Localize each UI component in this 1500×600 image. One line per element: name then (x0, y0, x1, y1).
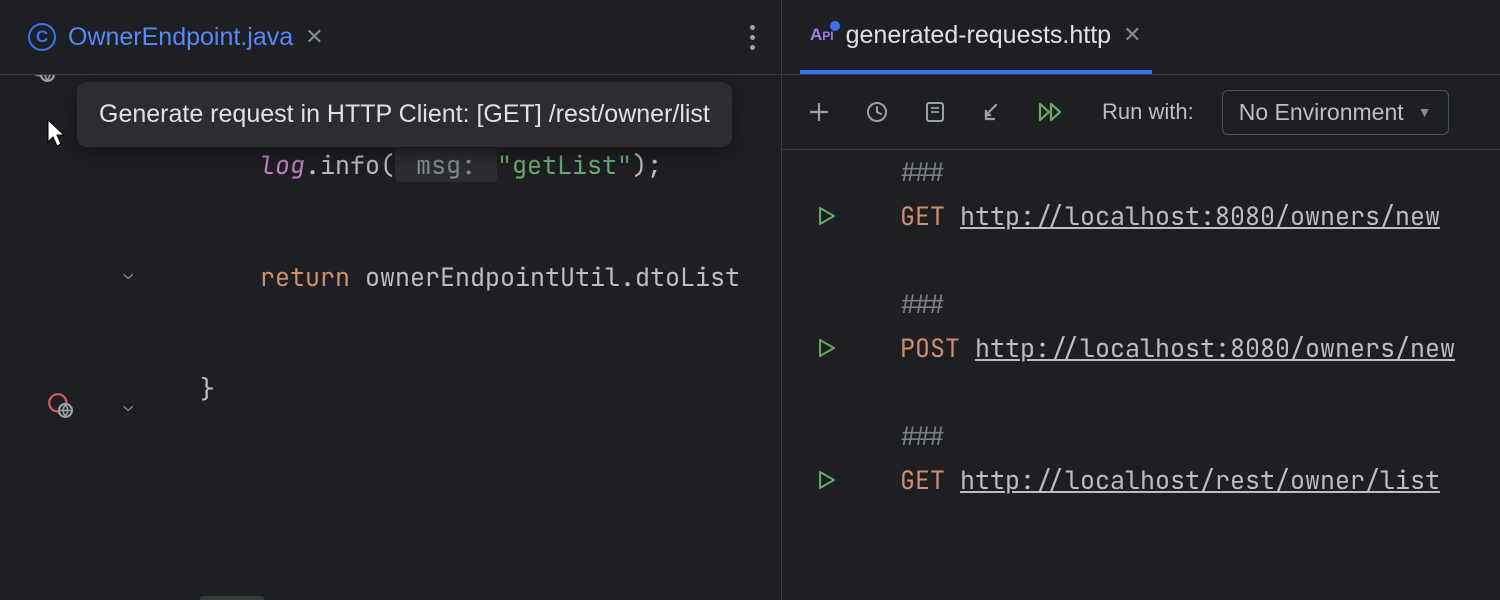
close-tab-icon[interactable]: ✕ (1123, 22, 1141, 48)
tab-owner-endpoint[interactable]: C OwnerEndpoint.java ✕ (18, 0, 334, 74)
http-client-pane: API generated-requests.http ✕ Run with: … (782, 0, 1500, 600)
http-url[interactable]: http://localhost/rest/owner/list (960, 463, 1440, 497)
close-tab-icon[interactable]: ✕ (305, 24, 323, 50)
http-url[interactable]: http://localhost:8080/owners/new (975, 331, 1455, 365)
request-separator: ### (900, 287, 945, 321)
run-request-icon[interactable] (782, 326, 870, 370)
chevron-down-icon: ▼ (1418, 104, 1432, 120)
run-request-icon[interactable] (782, 194, 870, 238)
right-tab-bar: API generated-requests.http ✕ (782, 0, 1500, 75)
request-separator: ### (900, 419, 945, 453)
history-icon[interactable] (862, 100, 892, 124)
api-icon: API (810, 25, 834, 45)
http-editor[interactable]: ### GET http://localhost:8080/owners/new… (782, 150, 1500, 600)
environment-select[interactable]: No Environment ▼ (1222, 90, 1449, 135)
tab-filename: OwnerEndpoint.java (68, 23, 293, 52)
tab-generated-requests[interactable]: API generated-requests.http ✕ (800, 0, 1152, 74)
code-content[interactable]: log.info( msg: "getList"); return ownerE… (145, 75, 781, 600)
tab-options-kebab[interactable] (742, 25, 763, 50)
http-toolbar: Run with: No Environment ▼ (782, 75, 1500, 150)
add-request-icon[interactable] (804, 101, 834, 123)
environment-value: No Environment (1239, 99, 1404, 126)
java-editor[interactable]: ⌄ ⌄ log.info( msg: "getList"); return ow… (0, 75, 781, 600)
import-icon[interactable] (978, 101, 1008, 123)
java-editor-pane: C OwnerEndpoint.java ✕ Generate request … (0, 0, 782, 600)
class-icon: C (28, 23, 56, 51)
examples-icon[interactable] (920, 100, 950, 124)
left-tab-bar: C OwnerEndpoint.java ✕ (0, 0, 781, 75)
http-gutter (782, 150, 870, 600)
run-request-icon[interactable] (782, 458, 870, 502)
run-with-label: Run with: (1102, 99, 1194, 125)
http-method: POST (900, 331, 960, 365)
http-content[interactable]: ### GET http://localhost:8080/owners/new… (870, 150, 1500, 600)
editor-gutter: ⌄ ⌄ (0, 75, 145, 600)
gutter-tooltip: Generate request in HTTP Client: [GET] /… (77, 82, 732, 147)
fold-chevron-icon[interactable]: ⌄ (123, 395, 133, 416)
request-separator: ### (900, 155, 945, 189)
http-url[interactable]: http://localhost:8080/owners/new (960, 199, 1440, 233)
run-all-icon[interactable] (1036, 101, 1066, 123)
http-method: GET (900, 463, 945, 497)
http-method: GET (900, 199, 945, 233)
endpoint-gutter-icon[interactable] (47, 392, 73, 418)
tab-filename: generated-requests.http (846, 21, 1111, 50)
fold-chevron-icon[interactable]: ⌄ (123, 263, 133, 284)
endpoint-gutter-icon[interactable] (29, 75, 55, 82)
